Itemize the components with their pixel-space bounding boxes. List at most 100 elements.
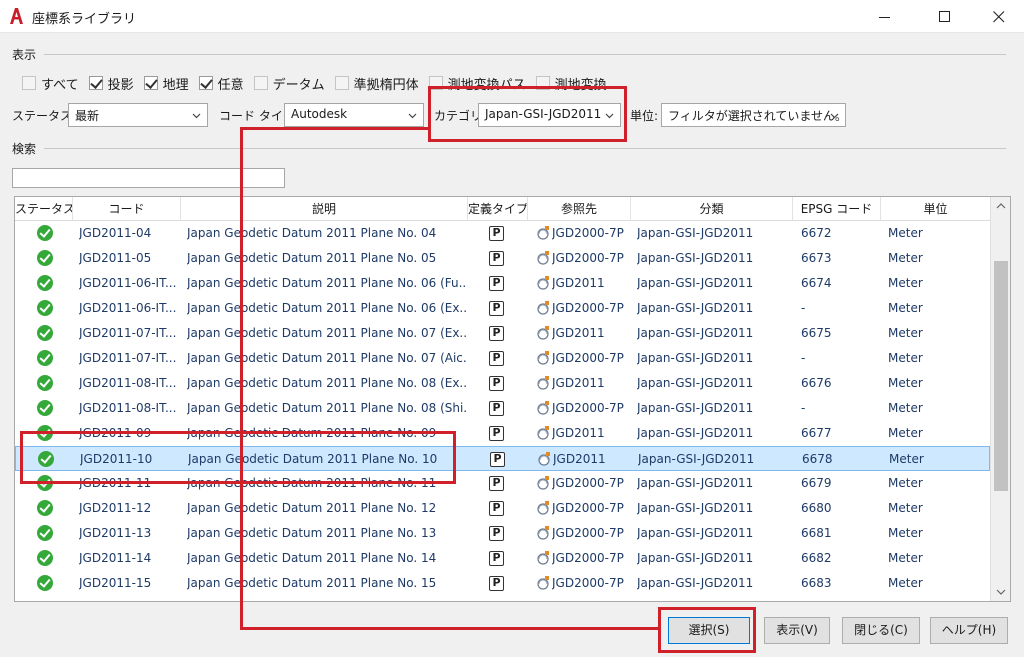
table-row[interactable]: JGD2011-08-IT... Japan Geodetic Datum 201… xyxy=(15,396,990,421)
checkbox-5[interactable]: 準拠楕円体 xyxy=(334,74,419,93)
table-row[interactable]: JGD2011-12 Japan Geodetic Datum 2011 Plan… xyxy=(15,496,990,521)
codetype-filter-dropdown[interactable]: Autodesk xyxy=(284,103,424,127)
projected-type-icon: P xyxy=(489,526,504,541)
category-filter-dropdown[interactable]: Japan-GSI-JGD2011 xyxy=(478,103,621,127)
checkbox-box[interactable] xyxy=(253,76,268,90)
table-row[interactable]: JGD2011-06-IT... Japan Geodetic Datum 201… xyxy=(15,296,990,321)
minimize-button[interactable] xyxy=(862,0,908,33)
search-input[interactable] xyxy=(12,168,285,188)
help-button[interactable]: ヘルプ(H) xyxy=(930,617,1008,644)
table-row[interactable]: JGD2011-13 Japan Geodetic Datum 2011 Plan… xyxy=(15,521,990,546)
cell-unit: Meter xyxy=(888,251,923,265)
checkbox-box[interactable] xyxy=(428,76,443,90)
close-icon xyxy=(993,10,1005,22)
cell-reference: JGD2011 xyxy=(552,326,605,340)
datum-reference-icon xyxy=(537,551,549,565)
coordinate-system-table: ステータス コード 説明 定義タイプ 参照先 分類 EPSG コード 単位 JG… xyxy=(14,196,1011,602)
cell-unit: Meter xyxy=(888,576,923,590)
cell-epsg-code: - xyxy=(801,301,806,315)
cell-epsg-code: 6681 xyxy=(801,526,832,540)
checkbox-4[interactable]: データム xyxy=(253,74,325,93)
table-row[interactable]: JGD2011-07-IT... Japan Geodetic Datum 201… xyxy=(15,321,990,346)
status-ok-icon xyxy=(37,550,53,566)
datum-reference-icon xyxy=(537,351,549,365)
datum-reference-icon xyxy=(537,501,549,515)
show-button[interactable]: 表示(V) xyxy=(764,617,830,644)
cell-classification: Japan-GSI-JGD2011 xyxy=(637,351,754,365)
column-header-code[interactable]: コード xyxy=(73,197,181,221)
cell-classification: Japan-GSI-JGD2011 xyxy=(637,526,754,540)
checkbox-7[interactable]: 測地変換 xyxy=(535,74,607,93)
checkbox-label: 準拠楕円体 xyxy=(353,77,419,93)
checkbox-box[interactable] xyxy=(143,76,158,90)
close-window-button[interactable] xyxy=(976,0,1022,33)
maximize-button[interactable] xyxy=(922,0,968,33)
scrollbar-thumb[interactable] xyxy=(994,261,1008,491)
cell-description: Japan Geodetic Datum 2011 Plane No. 12 xyxy=(187,501,437,515)
table-row[interactable]: JGD2011-14 Japan Geodetic Datum 2011 Plan… xyxy=(15,546,990,571)
chevron-down-icon xyxy=(192,113,201,119)
cell-code: JGD2011-12 xyxy=(79,501,152,515)
unit-filter-dropdown[interactable]: フィルタが選択されていません。 xyxy=(661,103,846,127)
table-row[interactable]: JGD2011-07-IT... Japan Geodetic Datum 201… xyxy=(15,346,990,371)
cell-reference: JGD2000-7P xyxy=(552,501,624,515)
cell-classification: Japan-GSI-JGD2011 xyxy=(637,326,754,340)
cell-description: Japan Geodetic Datum 2011 Plane No. 11 xyxy=(187,476,437,490)
vertical-scrollbar[interactable] xyxy=(990,197,1010,601)
close-button[interactable]: 閉じる(C) xyxy=(842,617,920,644)
cell-classification: Japan-GSI-JGD2011 xyxy=(637,476,754,490)
checkbox-box[interactable] xyxy=(88,76,103,90)
checkbox-1[interactable]: 投影 xyxy=(88,74,134,93)
datum-reference-icon xyxy=(537,376,549,390)
projected-type-icon: P xyxy=(489,426,504,441)
cell-description: Japan Geodetic Datum 2011 Plane No. 04 xyxy=(187,226,437,240)
checkbox-label: すべて xyxy=(41,77,79,93)
table-row[interactable]: JGD2011-09 Japan Geodetic Datum 2011 Plan… xyxy=(15,421,990,446)
table-row[interactable]: JGD2011-04 Japan Geodetic Datum 2011 Plan… xyxy=(15,221,990,246)
table-row[interactable]: JGD2011-06-IT... Japan Geodetic Datum 201… xyxy=(15,271,990,296)
column-header-unit[interactable]: 単位 xyxy=(881,197,990,221)
annotation-connector xyxy=(240,127,430,130)
checkbox-6[interactable]: 測地変換パス xyxy=(428,74,526,93)
scroll-up-icon[interactable] xyxy=(996,201,1006,211)
checkbox-2[interactable]: 地理 xyxy=(143,74,189,93)
cell-code: JGD2011-08-IT... xyxy=(79,376,177,390)
cell-unit: Meter xyxy=(888,376,923,390)
column-header-reference[interactable]: 参照先 xyxy=(528,197,631,221)
scroll-down-icon[interactable] xyxy=(996,587,1006,597)
table-row[interactable]: JGD2011-11 Japan Geodetic Datum 2011 Plan… xyxy=(15,471,990,496)
column-header-description[interactable]: 説明 xyxy=(181,197,468,221)
projected-type-icon: P xyxy=(489,501,504,516)
cell-classification: Japan-GSI-JGD2011 xyxy=(637,551,754,565)
cell-reference: JGD2011 xyxy=(553,452,606,466)
table-row[interactable]: JGD2011-05 Japan Geodetic Datum 2011 Plan… xyxy=(15,246,990,271)
datum-reference-icon xyxy=(537,301,549,315)
chevron-down-icon xyxy=(830,113,839,119)
cell-classification: Japan-GSI-JGD2011 xyxy=(637,226,754,240)
cell-reference: JGD2000-7P xyxy=(552,551,624,565)
cell-classification: Japan-GSI-JGD2011 xyxy=(637,276,754,290)
checkbox-box[interactable] xyxy=(535,76,550,90)
codetype-filter-value: Autodesk xyxy=(291,107,348,121)
table-row[interactable]: JGD2011-15 Japan Geodetic Datum 2011 Plan… xyxy=(15,571,990,596)
checkbox-box[interactable] xyxy=(198,76,213,90)
column-header-definition-type[interactable]: 定義タイプ xyxy=(468,197,528,221)
column-header-epsg-code[interactable]: EPSG コード xyxy=(793,197,881,221)
cell-reference: JGD2000-7P xyxy=(552,351,624,365)
cell-code: JGD2011-15 xyxy=(79,576,152,590)
datum-reference-icon xyxy=(538,452,550,466)
column-header-classification[interactable]: 分類 xyxy=(631,197,793,221)
column-header-status[interactable]: ステータス xyxy=(15,197,73,221)
table-row[interactable]: JGD2011-08-IT... Japan Geodetic Datum 201… xyxy=(15,371,990,396)
checkbox-label: 測地変換 xyxy=(554,77,607,93)
select-button[interactable]: 選択(S) xyxy=(668,617,750,644)
status-filter-dropdown[interactable]: 最新 xyxy=(68,103,208,127)
cell-epsg-code: 6683 xyxy=(801,576,832,590)
table-row[interactable]: JGD2011-10 Japan Geodetic Datum 2011 Plan… xyxy=(15,446,990,471)
checkbox-3[interactable]: 任意 xyxy=(198,74,244,93)
status-filter-value: 最新 xyxy=(75,109,100,123)
checkbox-0[interactable]: すべて xyxy=(22,74,79,93)
checkbox-box[interactable] xyxy=(22,76,36,90)
cell-code: JGD2011-07-IT... xyxy=(79,351,177,365)
checkbox-box[interactable] xyxy=(334,76,349,90)
